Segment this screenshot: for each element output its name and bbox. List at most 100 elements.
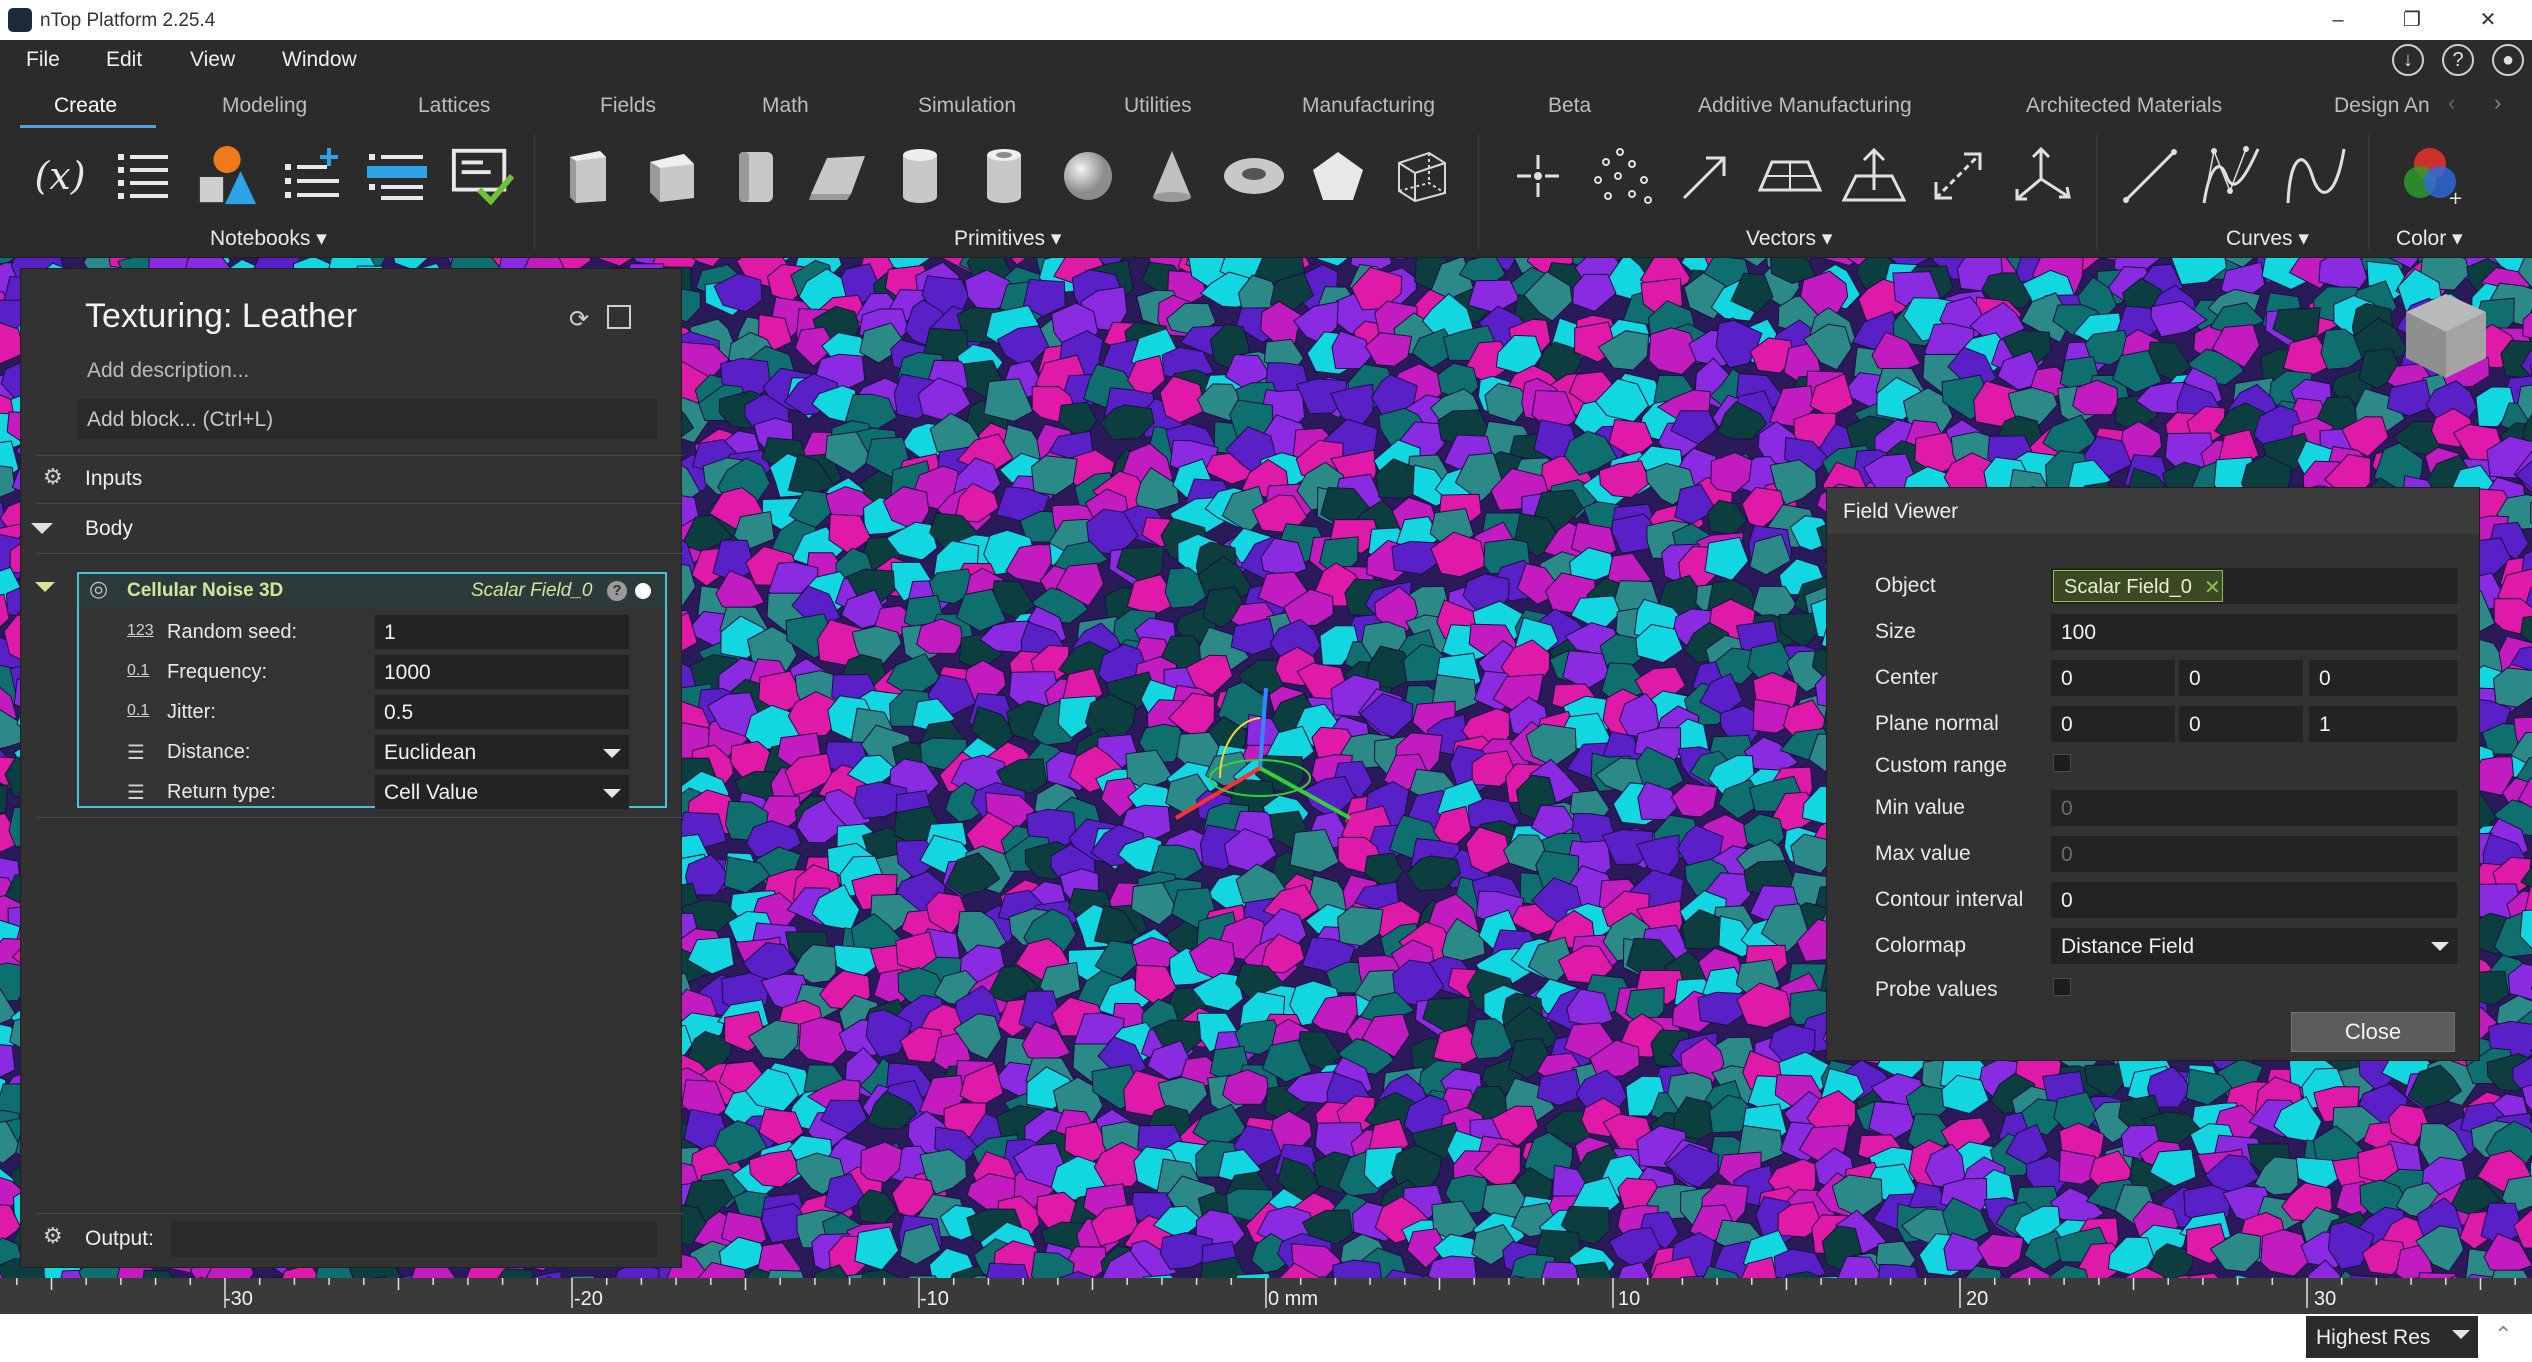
tabs-scroll-left-icon[interactable]: ‹: [2448, 90, 2455, 116]
return-type-dropdown[interactable]: Cell Value: [375, 775, 629, 809]
noise-cell: [1877, 1263, 1919, 1278]
block-primitive-icon[interactable]: [556, 144, 620, 208]
tab-additive-manufacturing[interactable]: Additive Manufacturing: [1698, 94, 1912, 118]
point-cloud-icon[interactable]: [1590, 144, 1654, 208]
menu-file[interactable]: File: [26, 48, 60, 72]
variable-icon[interactable]: (x): [28, 144, 92, 208]
center-y-input[interactable]: 0: [2179, 660, 2303, 696]
tab-utilities[interactable]: Utilities: [1124, 94, 1192, 118]
colormap-dropdown[interactable]: Distance Field: [2051, 928, 2457, 964]
tab-lattices[interactable]: Lattices: [418, 94, 490, 118]
ribbon-group-color[interactable]: Color ▾: [2396, 226, 2463, 251]
probe-values-checkbox[interactable]: [2053, 978, 2071, 996]
collapse-body-icon[interactable]: [31, 523, 53, 534]
plane-normal-x-input[interactable]: 0: [2051, 706, 2175, 742]
center-z-input[interactable]: 0: [2309, 660, 2457, 696]
frame-axes-icon[interactable]: [2010, 144, 2074, 208]
menu-edit[interactable]: Edit: [106, 48, 142, 72]
cellular-noise-block[interactable]: ◎ Cellular Noise 3D Scalar Field_0 ? 123…: [77, 572, 667, 809]
title-bar: nTop Platform 2.25.4 – ❐ ✕: [0, 0, 2532, 40]
max-value-input[interactable]: 0: [2051, 836, 2457, 872]
polyline-curve-icon[interactable]: [2200, 144, 2264, 208]
cone-primitive-icon[interactable]: [1140, 144, 1204, 208]
tab-design-analysis[interactable]: Design An: [2334, 94, 2430, 118]
tab-architected-materials[interactable]: Architected Materials: [2026, 94, 2222, 118]
size-input[interactable]: 100: [2051, 614, 2457, 650]
point-icon[interactable]: [1506, 144, 1570, 208]
menu-window[interactable]: Window: [282, 48, 357, 72]
refresh-icon[interactable]: ⟳: [569, 305, 589, 334]
duplicate-icon[interactable]: [607, 305, 631, 329]
plane-normal-icon[interactable]: [1842, 144, 1906, 208]
custom-range-checkbox[interactable]: [2053, 754, 2071, 772]
resolution-dropdown[interactable]: Highest Res: [2306, 1316, 2478, 1358]
distance-dropdown[interactable]: Euclidean: [375, 735, 629, 769]
plane-normal-y-input[interactable]: 0: [2179, 706, 2303, 742]
spline-curve-icon[interactable]: [2284, 144, 2348, 208]
pentagon-primitive-icon[interactable]: [1306, 144, 1370, 208]
ribbon-group-curves[interactable]: Curves ▾: [2226, 226, 2309, 251]
notebook-check-icon[interactable]: [450, 144, 514, 208]
ribbon-group-primitives[interactable]: Primitives ▾: [954, 226, 1061, 251]
rounded-block-icon[interactable]: [724, 144, 788, 208]
cube-primitive-icon[interactable]: [640, 144, 704, 208]
jitter-input[interactable]: 0.5: [375, 695, 629, 729]
object-chip[interactable]: Scalar Field_0 ✕: [2053, 570, 2223, 602]
contour-interval-input[interactable]: 0: [2051, 882, 2457, 918]
ribbon-group-vectors[interactable]: Vectors ▾: [1746, 226, 1832, 251]
frequency-input[interactable]: 1000: [375, 655, 629, 689]
tab-math[interactable]: Math: [762, 94, 809, 118]
cylinder-primitive-icon[interactable]: [888, 144, 952, 208]
shapes-icon[interactable]: [196, 144, 260, 208]
minimize-button[interactable]: –: [2318, 6, 2358, 34]
tab-beta[interactable]: Beta: [1548, 94, 1591, 118]
notebook-title[interactable]: Texturing: Leather: [85, 297, 357, 336]
distance-icon[interactable]: [1926, 144, 1990, 208]
body-section[interactable]: Body: [85, 517, 133, 541]
list-settings-icon[interactable]: [366, 144, 430, 208]
object-field[interactable]: Scalar Field_0 ✕: [2051, 568, 2457, 604]
help-icon[interactable]: ?: [607, 581, 627, 601]
close-button[interactable]: Close: [2291, 1012, 2455, 1052]
color-icon[interactable]: +: [2400, 144, 2464, 208]
chevron-up-icon[interactable]: ⌃: [2494, 1322, 2512, 1348]
account-icon[interactable]: ●: [2492, 44, 2524, 76]
add-list-icon[interactable]: [282, 144, 346, 208]
notebook-description[interactable]: Add description...: [87, 359, 249, 383]
wireframe-cube-icon[interactable]: [1390, 144, 1454, 208]
center-x-input[interactable]: 0: [2051, 660, 2175, 696]
download-icon[interactable]: ↓: [2392, 44, 2424, 76]
visibility-dot-icon[interactable]: [635, 583, 651, 599]
tab-create[interactable]: Create: [54, 94, 117, 118]
output-field[interactable]: [171, 1221, 657, 1257]
plane-normal-z-input[interactable]: 1: [2309, 706, 2457, 742]
vector-icon[interactable]: [1674, 144, 1738, 208]
menu-view[interactable]: View: [190, 48, 235, 72]
block-title[interactable]: Cellular Noise 3D: [127, 580, 283, 602]
random-seed-input[interactable]: 1: [375, 615, 629, 649]
add-block-input[interactable]: Add block... (Ctrl+L): [77, 399, 657, 439]
field-viewer-header[interactable]: Field Viewer: [1827, 488, 2479, 534]
ribbon-group-notebooks[interactable]: Notebooks ▾: [210, 226, 327, 251]
help-icon[interactable]: ?: [2442, 44, 2474, 76]
view-cube-icon[interactable]: [2398, 288, 2494, 384]
wedge-primitive-icon[interactable]: [806, 144, 870, 208]
torus-primitive-icon[interactable]: [1222, 144, 1286, 208]
tab-simulation[interactable]: Simulation: [918, 94, 1016, 118]
tab-fields[interactable]: Fields: [600, 94, 656, 118]
tube-primitive-icon[interactable]: [972, 144, 1036, 208]
sphere-primitive-icon[interactable]: [1056, 144, 1120, 208]
collapse-block-icon[interactable]: [35, 582, 55, 592]
restore-button[interactable]: ❐: [2392, 6, 2432, 34]
min-value-input[interactable]: 0: [2051, 790, 2457, 826]
tab-manufacturing[interactable]: Manufacturing: [1302, 94, 1435, 118]
block-output-name[interactable]: Scalar Field_0: [471, 580, 592, 602]
line-curve-icon[interactable]: [2118, 144, 2182, 208]
close-window-button[interactable]: ✕: [2468, 6, 2508, 34]
plane-icon[interactable]: [1758, 144, 1822, 208]
tabs-scroll-right-icon[interactable]: ›: [2494, 90, 2501, 116]
inputs-section[interactable]: Inputs: [85, 467, 142, 491]
remove-object-icon[interactable]: ✕: [2204, 575, 2221, 600]
tab-modeling[interactable]: Modeling: [222, 94, 307, 118]
list-icon[interactable]: [112, 144, 176, 208]
